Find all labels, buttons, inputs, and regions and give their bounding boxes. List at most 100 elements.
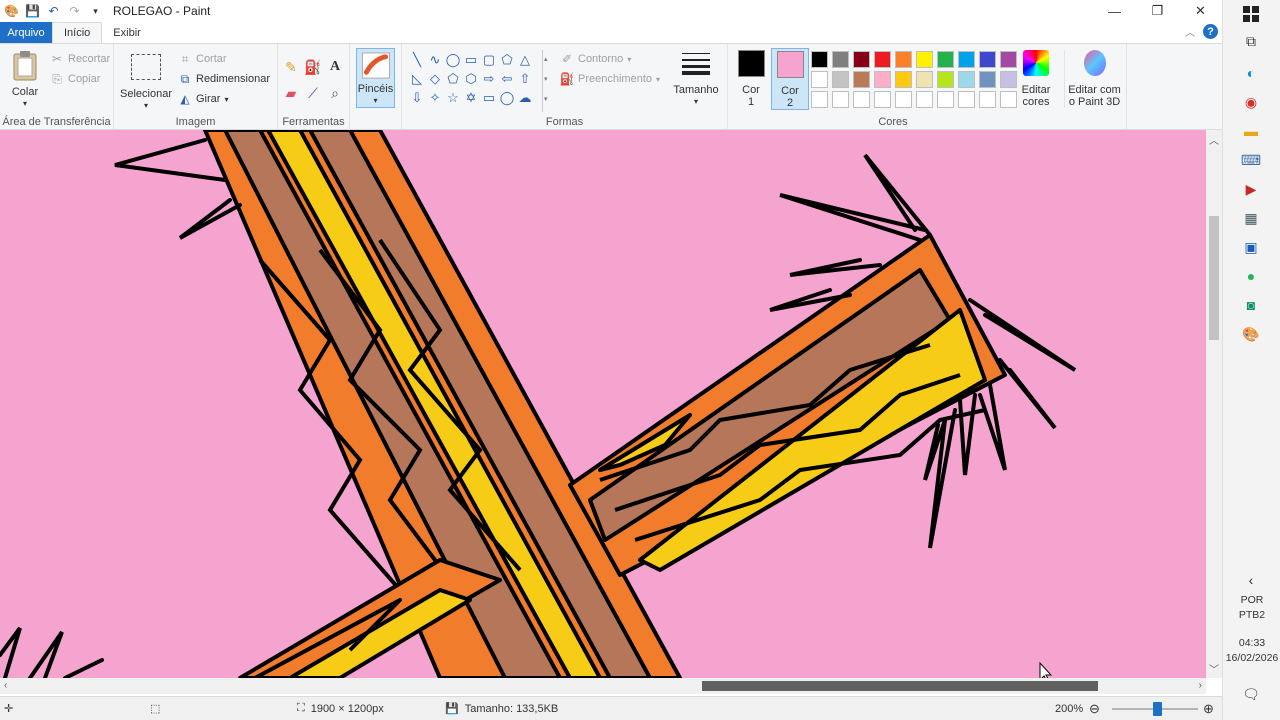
vertical-scroll-thumb[interactable] <box>1209 216 1219 340</box>
color-picker-icon[interactable]: ⟋ <box>304 84 322 102</box>
scroll-right-icon[interactable]: › <box>1199 680 1202 691</box>
collapse-ribbon-icon[interactable]: ︿ <box>1185 24 1195 39</box>
close-button[interactable]: ✕ <box>1179 0 1222 22</box>
rounded-rectangle-shape-icon[interactable]: ▢ <box>480 50 498 69</box>
show-hidden-icons-icon[interactable]: ‹ <box>1241 570 1261 590</box>
polygon-shape-icon[interactable]: ⬠ <box>498 50 516 69</box>
left-arrow-shape-icon[interactable]: ⇦ <box>498 69 516 88</box>
crop-button[interactable]: ⌗ Cortar <box>178 52 227 66</box>
select-button[interactable]: Selecionar ▾ <box>120 50 172 112</box>
resize-button[interactable]: ⧉ Redimensionar <box>178 72 270 86</box>
horizontal-scrollbar[interactable]: ‹ › <box>0 678 1206 694</box>
media-player-icon[interactable]: ▶ <box>1241 179 1261 199</box>
save-icon[interactable]: 💾 <box>23 1 42 21</box>
right-arrow-shape-icon[interactable]: ⇨ <box>480 69 498 88</box>
clock[interactable]: 04:33 16/02/2026 <box>1223 636 1280 666</box>
up-arrow-shape-icon[interactable]: ⇧ <box>516 69 534 88</box>
shapes-scroll[interactable]: ▴ ▾ ▾ <box>542 50 550 112</box>
color1-button[interactable]: Cor 1 <box>734 48 768 108</box>
horizontal-scroll-thumb[interactable] <box>702 681 1098 691</box>
fill-bucket-icon[interactable]: ⛽ <box>304 58 322 76</box>
palette-swatch[interactable] <box>958 51 975 68</box>
size-button[interactable]: Tamanho ▾ <box>670 50 722 108</box>
palette-swatch[interactable] <box>1000 71 1017 88</box>
five-point-star-shape-icon[interactable]: ☆ <box>444 88 462 107</box>
palette-swatch[interactable] <box>874 71 891 88</box>
scroll-down-icon[interactable]: ﹀ <box>1209 661 1219 676</box>
oval-callout-shape-icon[interactable]: ◯ <box>498 88 516 107</box>
palette-swatch[interactable] <box>832 91 849 108</box>
palette-swatch[interactable] <box>979 51 996 68</box>
palette-swatch[interactable] <box>853 51 870 68</box>
edge-icon[interactable]: ◐ <box>1241 63 1261 83</box>
palette-swatch[interactable] <box>916 71 933 88</box>
down-arrow-shape-icon[interactable]: ⇩ <box>408 88 426 107</box>
task-view-icon[interactable]: ⧉ <box>1241 31 1261 51</box>
cloud-callout-shape-icon[interactable]: ☁ <box>516 88 534 107</box>
diamond-shape-icon[interactable]: ◇ <box>426 69 444 88</box>
tab-file[interactable]: Arquivo <box>0 22 52 43</box>
restore-button[interactable]: ❐ <box>1136 0 1179 22</box>
zoom-out-icon[interactable]: ⊖ <box>1089 701 1100 717</box>
palette-swatch[interactable] <box>853 91 870 108</box>
text-tool-icon[interactable]: A <box>326 58 344 76</box>
palette-swatch[interactable] <box>874 91 891 108</box>
undo-icon[interactable]: ↶ <box>44 1 63 21</box>
palette-swatch[interactable] <box>916 51 933 68</box>
brushes-button[interactable]: Pincéis ▾ <box>356 48 395 108</box>
six-point-star-shape-icon[interactable]: ✡ <box>462 88 480 107</box>
palette-swatch[interactable] <box>937 51 954 68</box>
palette-swatch[interactable] <box>937 71 954 88</box>
palette-swatch[interactable] <box>958 71 975 88</box>
rectangle-shape-icon[interactable]: ▭ <box>462 50 480 69</box>
palette-swatch[interactable] <box>916 91 933 108</box>
color2-button[interactable]: Cor 2 <box>771 48 809 110</box>
paste-button[interactable]: Colar ▾ <box>6 50 44 110</box>
rect-callout-shape-icon[interactable]: ▭ <box>480 88 498 107</box>
scroll-up-icon[interactable]: ︿ <box>1209 132 1219 147</box>
palette-swatch[interactable] <box>937 91 954 108</box>
minimize-button[interactable]: — <box>1093 0 1136 22</box>
eraser-icon[interactable]: ▰ <box>282 84 300 102</box>
windows-start-icon[interactable] <box>1241 4 1261 24</box>
palette-swatch[interactable] <box>832 71 849 88</box>
paint-taskbar-icon[interactable]: 🎨 <box>1241 324 1261 344</box>
tab-view[interactable]: Exibir <box>102 22 152 43</box>
redo-icon[interactable]: ↷ <box>65 1 84 21</box>
palette-swatch[interactable] <box>958 91 975 108</box>
pencil-icon[interactable]: ✎ <box>282 58 300 76</box>
palette-swatch[interactable] <box>832 51 849 68</box>
help-icon[interactable]: ? <box>1203 24 1218 39</box>
palette-swatch[interactable] <box>979 71 996 88</box>
zoom-slider-thumb[interactable] <box>1153 702 1162 716</box>
calculator-icon[interactable]: ▦ <box>1241 208 1261 228</box>
fill-button[interactable]: ⛽ Preenchimento ▾ <box>560 72 660 86</box>
hexagon-shape-icon[interactable]: ⬡ <box>462 69 480 88</box>
line-shape-icon[interactable]: ╲ <box>408 50 426 69</box>
vertical-scrollbar[interactable]: ︿ ﹀ <box>1206 130 1222 678</box>
language-indicator[interactable]: POR PTB2 <box>1223 593 1280 623</box>
palette-swatch[interactable] <box>811 51 828 68</box>
drawing-canvas[interactable] <box>0 130 1206 678</box>
tab-home[interactable]: Início <box>52 22 103 43</box>
palette-swatch[interactable] <box>1000 51 1017 68</box>
palette-swatch[interactable] <box>895 71 912 88</box>
customize-dropdown-icon[interactable]: ▾ <box>86 1 105 21</box>
magnifier-icon[interactable]: ⌕ <box>326 84 344 102</box>
four-point-star-shape-icon[interactable]: ✧ <box>426 88 444 107</box>
palette-swatch[interactable] <box>979 91 996 108</box>
cut-button[interactable]: ✂ Recortar <box>50 52 110 66</box>
palette-swatch[interactable] <box>874 51 891 68</box>
chrome-icon[interactable]: ◉ <box>1241 92 1261 112</box>
camera-app-icon[interactable]: ◙ <box>1241 295 1261 315</box>
zoom-in-icon[interactable]: ⊕ <box>1203 701 1214 717</box>
right-triangle-shape-icon[interactable]: ◺ <box>408 69 426 88</box>
palette-swatch[interactable] <box>895 91 912 108</box>
spotify-icon[interactable]: ● <box>1241 266 1261 286</box>
rotate-button[interactable]: ◭ Girar ▾ <box>178 92 228 106</box>
app-icon[interactable]: ▣ <box>1241 237 1261 257</box>
palette-swatch[interactable] <box>811 71 828 88</box>
palette-swatch[interactable] <box>811 91 828 108</box>
scroll-left-icon[interactable]: ‹ <box>4 680 7 691</box>
keyboard-icon[interactable]: ⌨ <box>1241 150 1261 170</box>
